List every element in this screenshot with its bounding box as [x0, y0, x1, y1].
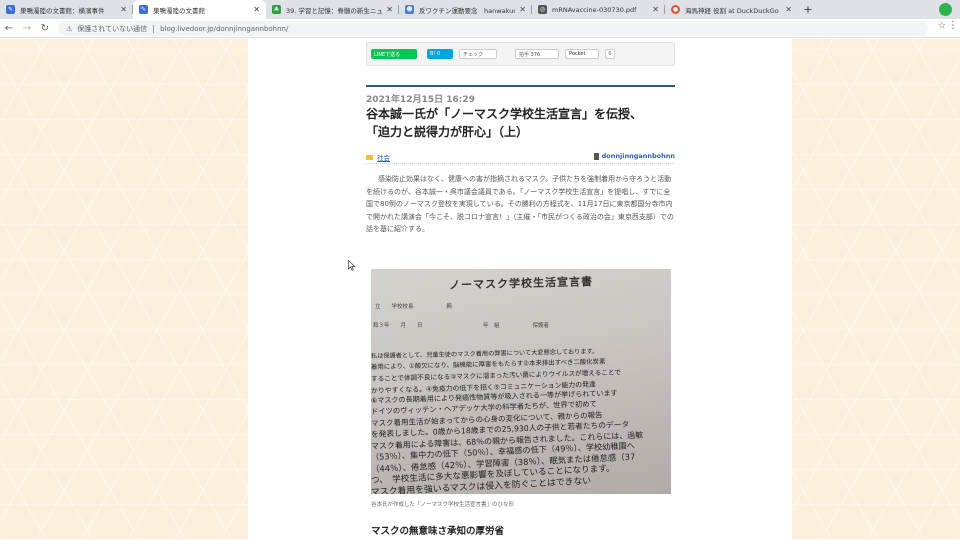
post-body: 感染防止効果はなく、健康への害が指摘されるマスク。子供たちを強制着用から守ろうと… [366, 175, 674, 234]
tab-title: 反ワクチン運動要念 hanwakuchi [419, 6, 516, 15]
new-tab-button[interactable]: + [798, 0, 818, 19]
tab-title: mRNAvaccine-030730.pdf [552, 5, 637, 14]
post-title-line1: 谷本誠一氏が「ノーマスク学校生活宣言」を伝授、 [366, 107, 643, 121]
post-date: 2021年12月15日 16:29 [366, 95, 475, 105]
security-status: 保護されていない通信 [77, 24, 148, 33]
folder-icon [366, 154, 373, 160]
declaration-document-photo[interactable]: ノーマスク学校生活宣言書 立 学校校長 殿 和３年 月 日 年 組 保護者 私は… [371, 269, 671, 494]
tab-title: 巣鴨濁陸の文書館 [153, 6, 205, 15]
forward-arrow-icon[interactable]: → [18, 19, 36, 37]
tab-title: 39. 学習と記憶：脊髄の新生ニュー [286, 6, 383, 15]
post-divider [366, 85, 675, 87]
post-title[interactable]: 谷本誠一氏が「ノーマスク学校生活宣言」を伝授、 「迫力と説得力が肝心」（上） [366, 105, 678, 141]
browser-tab-5[interactable]: ◎ mRNAvaccine-030730.pdf ✕ [532, 0, 665, 19]
author-icon [593, 152, 599, 160]
profile-avatar-icon[interactable] [939, 3, 952, 16]
category-link[interactable]: 社会 [366, 152, 390, 162]
url-text: blog.livedoor.jp/donnjinngannbohnn/ [160, 24, 289, 33]
line-share-button[interactable]: LINEで送る [371, 49, 417, 59]
pocket-count: 0 [605, 49, 615, 59]
address-bar[interactable]: ⚠ 保護されていない通信 blog.livedoor.jp/donnjinnga… [58, 21, 928, 36]
tab-title: 巣鴨濁陸の文書館：横濱事件 [20, 6, 105, 15]
close-tab-icon[interactable]: ✕ [519, 5, 526, 14]
blog-favicon-icon: ✎ [6, 5, 15, 14]
photo-header-line2: 和３年 月 日 年 組 保護者 [373, 323, 550, 329]
close-tab-icon[interactable]: ✕ [386, 5, 393, 14]
share-bar: LINEで送る B! 0 チェック 拍手 376 Pocket 0 [366, 42, 675, 66]
back-arrow-icon[interactable]: ← [0, 19, 18, 37]
check-button[interactable]: チェック [459, 49, 497, 59]
browser-tab-1[interactable]: ✎ 巣鴨濁陸の文書館：横濱事件 ✕ [0, 0, 133, 19]
browser-toolbar: ← → ↻ ⚠ 保護されていない通信 blog.livedoor.jp/donn… [0, 19, 960, 38]
post-meta: 社会 donnjinngannbohnn [366, 152, 675, 164]
leaf-favicon-icon: ♣ [272, 5, 281, 14]
menu-icon[interactable]: ⋮ [948, 20, 958, 31]
mouse-cursor-icon [348, 260, 356, 271]
photo-caption: 谷本氏が作成した「ノーマスク学校生活宣言書」のひな形 [371, 502, 515, 508]
close-tab-icon[interactable]: ✕ [120, 5, 127, 14]
browser-tab-6[interactable]: ● 海馬神経 役割 at DuckDuckGo ✕ [665, 0, 798, 19]
blog-favicon-icon: ✎ [139, 5, 148, 14]
duckduckgo-favicon-icon: ● [671, 5, 680, 14]
section-heading: マスクの無意味さ承知の厚労省 [371, 526, 505, 537]
bookmark-star-icon[interactable]: ☆ [938, 21, 946, 31]
photo-header-line1: 立 学校校長 殿 [375, 304, 453, 310]
author-name: donnjinngannbohnn [601, 152, 675, 160]
close-tab-icon[interactable]: ✕ [253, 5, 260, 14]
photo-doc-title: ノーマスク学校生活宣言書 [448, 275, 594, 292]
browser-tab-2-active[interactable]: ✎ 巣鴨濁陸の文書館 ✕ [133, 0, 266, 19]
reload-icon[interactable]: ↻ [36, 19, 54, 37]
tab-strip: ✎ 巣鴨濁陸の文書館：横濱事件 ✕ ✎ 巣鴨濁陸の文書館 ✕ ♣ 39. 学習と… [0, 0, 960, 19]
warning-icon: ⚠ [66, 24, 73, 33]
browser-tab-4[interactable]: ☻ 反ワクチン運動要念 hanwakuchi ✕ [399, 0, 532, 19]
category-label: 社会 [377, 154, 390, 162]
post-title-line2: 「迫力と説得力が肝心」（上） [366, 125, 529, 139]
hatena-bookmark-button[interactable]: B! 0 [427, 49, 453, 59]
author-link[interactable]: donnjinngannbohnn [593, 152, 675, 160]
pocket-button[interactable]: Pocket [565, 49, 599, 59]
browser-tab-3[interactable]: ♣ 39. 学習と記憶：脊髄の新生ニュー ✕ [266, 0, 399, 19]
article-column: LINEで送る B! 0 チェック 拍手 376 Pocket 0 2021年1… [248, 39, 792, 540]
globe-favicon-icon: ◎ [538, 5, 547, 14]
page-background: LINEで送る B! 0 チェック 拍手 376 Pocket 0 2021年1… [0, 39, 960, 540]
close-tab-icon[interactable]: ✕ [652, 5, 659, 14]
close-tab-icon[interactable]: ✕ [785, 5, 792, 14]
tab-title: 海馬神経 役割 at DuckDuckGo [685, 6, 779, 15]
clap-button[interactable]: 拍手 376 [515, 49, 559, 59]
person-favicon-icon: ☻ [405, 5, 414, 14]
